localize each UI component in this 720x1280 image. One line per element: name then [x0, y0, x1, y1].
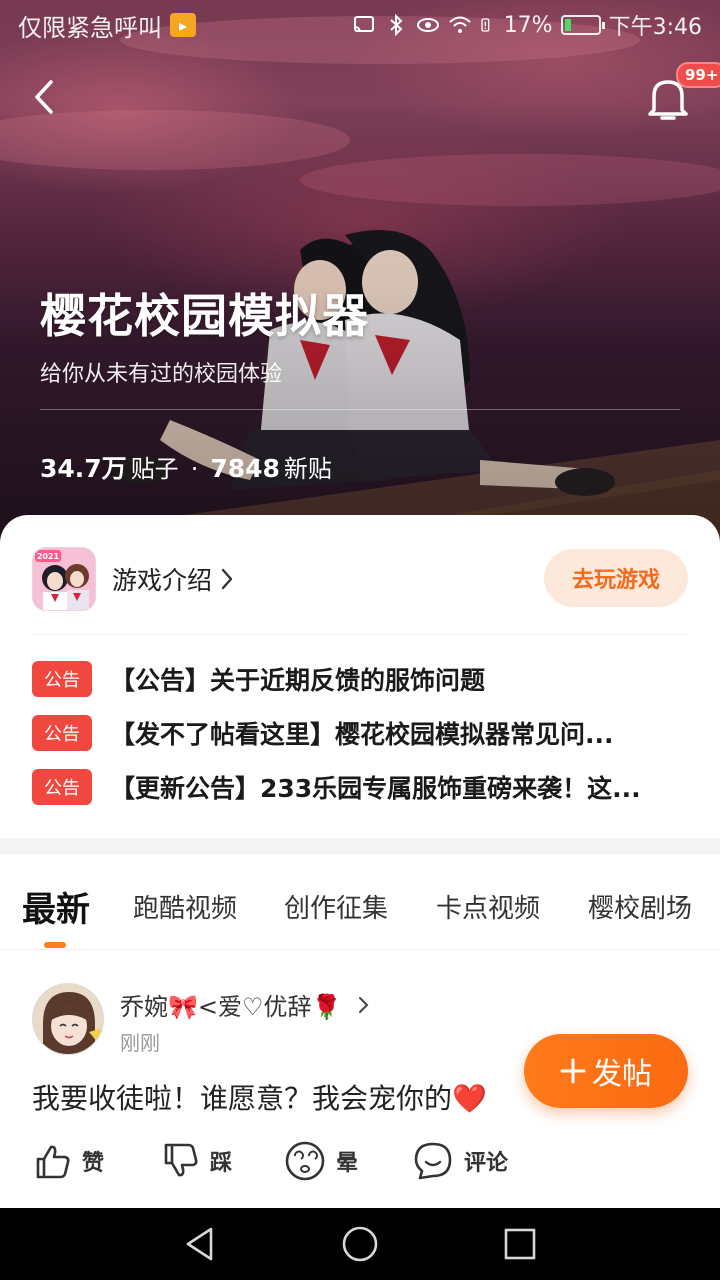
game-app-icon[interactable]: 2021	[32, 547, 96, 611]
game-intro-label: 游戏介绍	[112, 566, 213, 595]
hero-stats: 34.7万 贴子 · 7848 新贴	[40, 449, 332, 485]
post-time: 刚刚	[120, 1031, 160, 1055]
like-button[interactable]: 赞	[32, 1137, 104, 1185]
square-recents-icon	[504, 1228, 536, 1260]
status-bar: 仅限紧急呼叫 ▸ 17% 下午3:46	[0, 0, 720, 50]
notice-tag: 公告	[32, 661, 92, 697]
thumbs-down-icon	[164, 1143, 198, 1177]
circle-home-icon	[342, 1226, 378, 1262]
new-posts-count: 7848	[210, 454, 280, 483]
post-body: 我要收徒啦！谁愿意？我会宠你的❤️	[32, 1082, 487, 1115]
chevron-right-icon	[359, 996, 369, 1013]
app-notification-icon: ▸	[170, 13, 196, 37]
notification-button[interactable]: 99+	[640, 62, 720, 126]
nav-home-button[interactable]	[338, 1222, 382, 1266]
notification-badge: 99+	[676, 62, 720, 88]
status-right: 17% 下午3:46	[352, 9, 702, 41]
post-actions: 赞 踩 晕 评论	[32, 1137, 632, 1185]
hero-banner: 仅限紧急呼叫 ▸ 17% 下午3:46 99+ 樱花校园模拟器 给你从未有过的校…	[0, 0, 720, 560]
author-name: 乔婉🎀<爱♡优辞🌹	[120, 993, 342, 1021]
new-posts-label: 新贴	[283, 455, 332, 483]
avatar[interactable]	[32, 983, 104, 1055]
play-game-button[interactable]: 去玩游戏	[544, 549, 688, 607]
triangle-back-icon	[186, 1227, 213, 1261]
game-subtitle: 给你从未有过的校园体验	[40, 362, 283, 387]
hero-divider	[40, 409, 680, 410]
icon-year-label: 2021	[37, 552, 60, 561]
thumbs-up-icon	[36, 1145, 70, 1179]
system-nav-bar	[0, 1208, 720, 1280]
cast-icon	[353, 16, 374, 33]
post-author[interactable]: 乔婉🎀<爱♡优辞🌹	[120, 987, 371, 1022]
card-divider	[32, 634, 688, 635]
game-title: 樱花校园模拟器	[40, 289, 369, 343]
content-tabs: 最新 跑酷视频 创作征集 卡点视频 樱校剧场	[0, 854, 720, 950]
notice-tag: 公告	[32, 715, 92, 751]
dislike-button[interactable]: 踩	[160, 1137, 232, 1185]
stats-separator: ·	[190, 455, 199, 483]
nav-recents-button[interactable]	[498, 1222, 542, 1266]
tab-latest[interactable]: 最新	[22, 882, 90, 931]
carrier-text: 仅限紧急呼叫	[18, 13, 162, 42]
like-label: 赞	[82, 1151, 105, 1176]
wifi-icon	[449, 16, 471, 33]
dizzy-button[interactable]: 晕	[284, 1137, 358, 1185]
dizzy-label: 晕	[336, 1151, 359, 1176]
battery-alert-icon	[481, 18, 490, 32]
dizzy-face-icon	[285, 1141, 325, 1181]
posts-label: 贴子	[130, 455, 179, 483]
tab-parkour-videos[interactable]: 跑酷视频	[133, 888, 237, 925]
game-info-card: 2021 游戏介绍 去玩游戏 公告 【公告】关于近期反馈的服饰问题 公告 【发不…	[0, 515, 720, 838]
battery-icon	[560, 15, 605, 35]
section-separator	[0, 838, 720, 854]
notice-text: 【发不了帖看这里】樱花校园模拟器常见问...	[110, 720, 614, 749]
new-post-button[interactable]: 发帖	[524, 1034, 688, 1108]
comment-label: 评论	[464, 1151, 509, 1176]
comment-button[interactable]: 评论	[412, 1137, 508, 1185]
avatar-image	[33, 984, 103, 1054]
tab-school-theater[interactable]: 樱校剧场	[588, 888, 692, 925]
status-left: 仅限紧急呼叫 ▸	[18, 8, 196, 43]
tab-beat-videos[interactable]: 卡点视频	[436, 888, 540, 925]
chevron-left-icon	[35, 80, 53, 114]
notice-item[interactable]: 公告 【更新公告】233乐园专属服饰重磅来袭！这...	[32, 769, 688, 805]
eye-icon	[416, 18, 439, 32]
tab-creation-contest[interactable]: 创作征集	[284, 888, 388, 925]
back-button[interactable]	[22, 70, 66, 124]
nav-back-button[interactable]	[178, 1222, 222, 1266]
chevron-right-icon	[221, 568, 233, 590]
posts-count: 34.7万	[40, 454, 127, 483]
notice-item[interactable]: 公告 【公告】关于近期反馈的服饰问题	[32, 661, 688, 697]
battery-percent: 17%	[503, 12, 553, 38]
notice-item[interactable]: 公告 【发不了帖看这里】樱花校园模拟器常见问...	[32, 715, 688, 751]
notice-text: 【公告】关于近期反馈的服饰问题	[110, 666, 486, 695]
notice-tag: 公告	[32, 769, 92, 805]
dislike-label: 踩	[210, 1151, 233, 1176]
clock: 下午3:46	[608, 15, 702, 40]
game-intro-link[interactable]: 游戏介绍	[112, 561, 234, 597]
plus-icon	[560, 1058, 586, 1084]
comment-icon	[414, 1142, 452, 1180]
screen: 仅限紧急呼叫 ▸ 17% 下午3:46 99+ 樱花校园模拟器 给你从未有过的校…	[0, 0, 720, 1280]
notice-text: 【更新公告】233乐园专属服饰重磅来袭！这...	[110, 774, 641, 803]
game-icon-art: 2021	[33, 548, 95, 610]
active-tab-indicator	[44, 942, 66, 948]
new-post-label: 发帖	[592, 1057, 652, 1092]
bluetooth-icon	[390, 14, 403, 36]
